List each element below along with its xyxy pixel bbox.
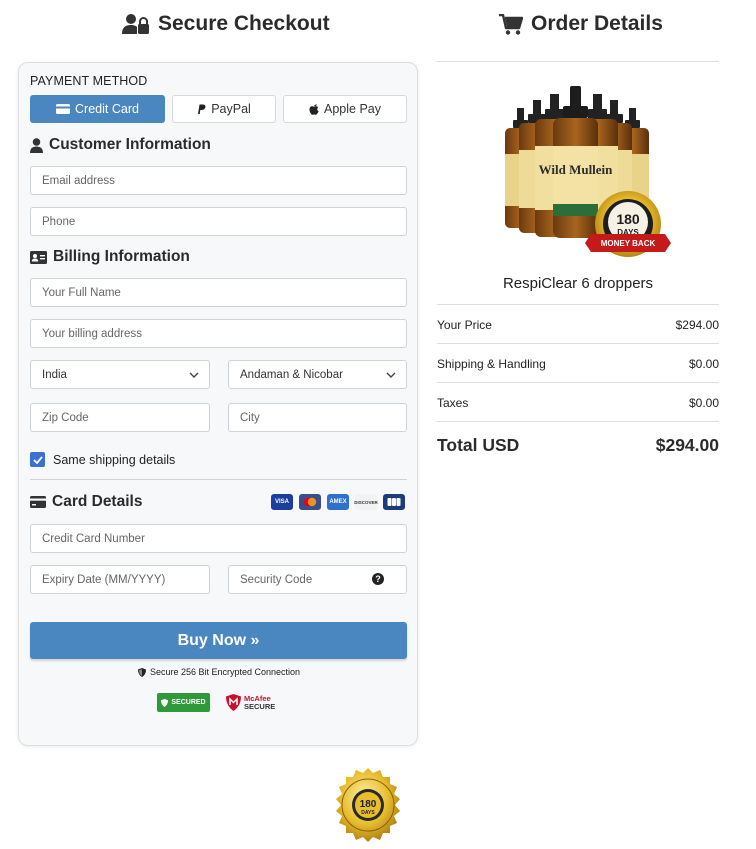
order-heading: Order Details [499, 12, 663, 36]
country-select-value: India [42, 368, 67, 381]
amex-icon: AMEX [327, 494, 349, 510]
phone-field[interactable] [30, 207, 407, 236]
secured-badge: SECURED [157, 693, 210, 712]
tab-credit-card[interactable]: Credit Card [30, 95, 165, 123]
question-circle-icon[interactable]: ? [372, 573, 384, 585]
billing-info-heading: Billing Information [30, 248, 190, 266]
mcafee-badge: McAfee SECURE [226, 694, 275, 711]
apple-icon [309, 104, 319, 115]
same-shipping-checkbox[interactable] [30, 452, 45, 467]
guarantee-seal-number: 180 [360, 799, 377, 810]
city-field[interactable] [228, 403, 407, 432]
guarantee-seal-word: DAYS [361, 810, 375, 816]
checkout-title: Secure Checkout [158, 12, 330, 35]
tab-apple-pay-label: Apple Pay [324, 102, 381, 116]
state-select-value: Andaman & Nicobar [240, 368, 343, 381]
trust-badges: SECURED McAfee SECURE [157, 693, 275, 712]
order-top-rule [437, 61, 719, 62]
product-label-text: Wild Mullein [539, 162, 614, 177]
tab-apple-pay[interactable]: Apple Pay [283, 95, 407, 123]
zip-code-field[interactable] [30, 403, 210, 432]
taxes-row: Taxes $0.00 [437, 396, 719, 410]
card-number-field[interactable] [30, 524, 407, 553]
checkout-heading: Secure Checkout [122, 12, 330, 36]
shopping-cart-icon [499, 13, 523, 35]
billing-info-title: Billing Information [53, 248, 190, 265]
credit-card-icon [56, 104, 71, 114]
order-rule [437, 421, 719, 422]
same-shipping-label: Same shipping details [53, 452, 176, 467]
expiry-date-field[interactable] [30, 565, 210, 594]
card-details-heading: Card Details [30, 493, 142, 511]
total-label: Total USD [437, 435, 520, 455]
payment-method-label: PAYMENT METHOD [30, 74, 148, 88]
shipping-row: Shipping & Handling $0.00 [437, 357, 719, 371]
card-details-title: Card Details [52, 493, 143, 510]
order-rule [437, 304, 719, 305]
paypal-icon [198, 104, 206, 114]
taxes-label: Taxes [437, 396, 469, 410]
price-value: $294.00 [675, 318, 719, 332]
tab-credit-card-label: Credit Card [75, 102, 139, 116]
product-name: RespiClear 6 droppers [502, 275, 654, 292]
section-divider [30, 479, 407, 480]
country-select[interactable]: India [30, 360, 210, 389]
order-rule [437, 343, 719, 344]
state-select[interactable]: Andaman & Nicobar [228, 360, 407, 389]
product-image: Wild Mullein 180 DAYS MONEY BACK [505, 86, 671, 257]
same-shipping-row[interactable]: Same shipping details [30, 452, 175, 467]
order-rule [437, 382, 719, 383]
order-title: Order Details [531, 12, 663, 35]
mastercard-icon [299, 494, 321, 510]
secure-connection-note: Secure 256 Bit Encrypted Connection [19, 667, 419, 677]
chevron-down-icon [189, 372, 199, 378]
tab-paypal[interactable]: PayPal [172, 95, 276, 123]
jcb-icon [383, 494, 405, 510]
shipping-value: $0.00 [688, 357, 719, 371]
price-row: Your Price $294.00 [437, 318, 719, 332]
seal-ribbon-text: MONEY BACK [601, 239, 656, 248]
check-shield-icon [161, 698, 169, 707]
credit-card-icon [30, 496, 46, 508]
checkout-card: PAYMENT METHOD Credit Card PayPal Apple … [18, 62, 418, 746]
card-brand-icons: VISA AMEX DISCOVER [271, 494, 405, 510]
billing-address-field[interactable] [30, 319, 407, 348]
seal-days-number: 180 [616, 211, 640, 227]
discover-icon: DISCOVER [354, 494, 378, 510]
user-lock-icon [122, 14, 149, 34]
customer-info-heading: Customer Information [30, 136, 211, 154]
tab-paypal-label: PayPal [211, 102, 251, 116]
customer-info-title: Customer Information [49, 136, 211, 153]
shipping-label: Shipping & Handling [437, 357, 546, 371]
total-row: Total USD $294.00 [437, 435, 719, 456]
full-name-field[interactable] [30, 278, 407, 307]
total-value: $294.00 [655, 435, 719, 455]
secure-connection-text: Secure 256 Bit Encrypted Connection [149, 667, 301, 677]
checkmark-icon [32, 455, 43, 464]
svg-text:?: ? [375, 574, 381, 584]
price-label: Your Price [437, 318, 492, 332]
mcafee-shield-icon [226, 694, 241, 711]
user-icon [30, 137, 43, 153]
buy-now-button[interactable]: Buy Now » [30, 622, 407, 659]
visa-icon: VISA [271, 494, 293, 510]
guarantee-seal: 180 DAYS [336, 768, 400, 842]
shield-icon [137, 667, 146, 677]
chevron-down-icon [386, 372, 396, 378]
email-field[interactable] [30, 166, 407, 195]
mcafee-line2: SECURE [244, 701, 276, 711]
id-card-icon [30, 250, 47, 264]
taxes-value: $0.00 [688, 396, 719, 410]
secured-badge-text: SECURED [171, 699, 206, 706]
